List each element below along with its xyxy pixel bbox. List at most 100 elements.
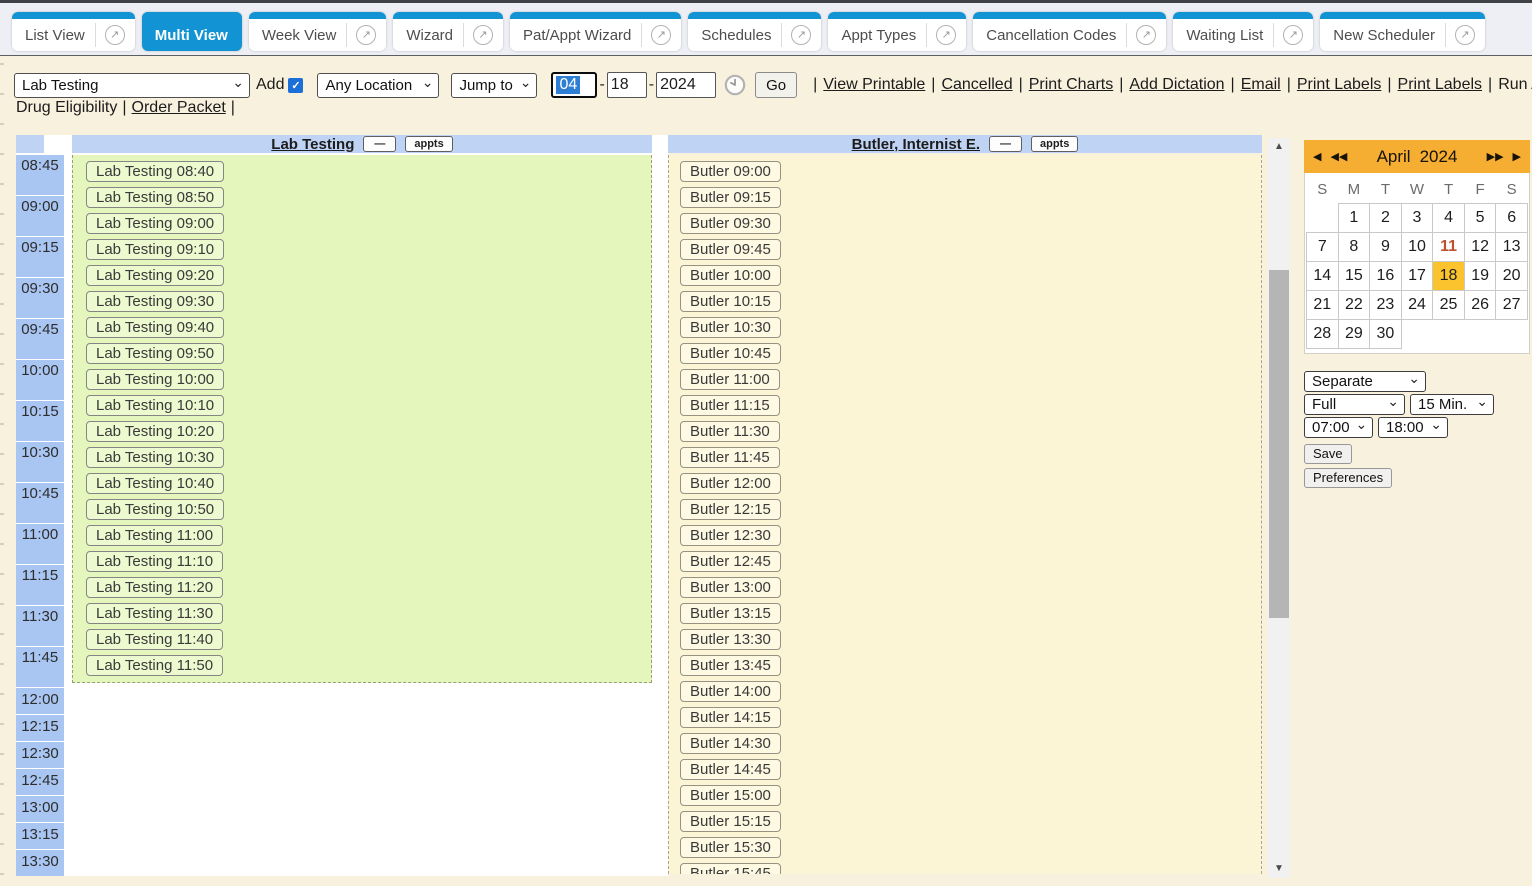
calendar-day-cell[interactable]: 3 — [1401, 203, 1433, 232]
appointment-button[interactable]: Butler 14:30 — [680, 733, 781, 754]
appointment-button[interactable]: Lab Testing 11:30 — [86, 603, 223, 624]
date-month-input[interactable]: 04 — [551, 72, 597, 98]
open-in-new-icon[interactable]: ↗ — [936, 25, 956, 45]
appointment-button[interactable]: Butler 13:30 — [680, 629, 781, 650]
calendar-day-cell[interactable]: 4 — [1433, 203, 1465, 232]
calendar-day-cell[interactable]: 8 — [1338, 232, 1370, 261]
appointment-button[interactable]: Butler 11:00 — [680, 369, 780, 390]
appointment-button[interactable]: Butler 15:00 — [680, 785, 781, 806]
appts-button[interactable]: appts — [405, 136, 452, 152]
location-select[interactable]: Any Location ⌄ — [317, 73, 439, 98]
appointment-button[interactable]: Butler 12:45 — [680, 551, 781, 572]
appointment-button[interactable]: Butler 15:15 — [680, 811, 781, 832]
tab-new-scheduler[interactable]: New Scheduler↗ — [1320, 12, 1485, 51]
calendar-day-cell[interactable]: 2 — [1370, 203, 1402, 232]
schedule-select[interactable]: Lab Testing ⌄ — [14, 73, 250, 98]
open-in-new-icon[interactable]: ↗ — [1283, 25, 1303, 45]
appointment-button[interactable]: Lab Testing 09:40 — [86, 317, 224, 338]
scroll-up-arrow[interactable]: ▲ — [1268, 138, 1290, 156]
appointment-button[interactable]: Lab Testing 11:40 — [86, 629, 223, 650]
appointment-button[interactable]: Butler 12:15 — [680, 499, 781, 520]
appointment-button[interactable]: Lab Testing 08:40 — [86, 161, 224, 182]
tab-wizard[interactable]: Wizard↗ — [393, 12, 503, 51]
print-labels-link[interactable]: Print Labels — [1297, 76, 1382, 93]
calendar-day-cell[interactable]: 17 — [1401, 261, 1433, 290]
calendar-day-cell[interactable]: 21 — [1307, 290, 1339, 319]
column-title-link[interactable]: Lab Testing — [271, 136, 354, 153]
appointment-button[interactable]: Lab Testing 11:50 — [86, 655, 223, 676]
calendar-day-cell[interactable]: 25 — [1433, 290, 1465, 319]
appointment-button[interactable]: Butler 11:30 — [680, 421, 780, 442]
end-time-select[interactable]: 18:00 ⌄ — [1378, 417, 1448, 438]
appointment-button[interactable]: Butler 15:45 — [680, 863, 781, 874]
open-in-new-icon[interactable]: ↗ — [1136, 25, 1156, 45]
appointment-button[interactable]: Butler 09:15 — [680, 187, 781, 208]
calendar-day-cell[interactable]: 22 — [1338, 290, 1370, 319]
add-checkbox[interactable]: ✓ — [288, 78, 303, 93]
calendar-today-day[interactable]: 11 — [1433, 232, 1465, 261]
calendar-day-cell[interactable]: 9 — [1370, 232, 1402, 261]
appointment-button[interactable]: Lab Testing 09:20 — [86, 265, 224, 286]
collapse-column-button[interactable]: — — [989, 136, 1022, 152]
calendar-day-cell[interactable]: 5 — [1464, 203, 1496, 232]
jump-to-select[interactable]: Jump to ⌄ — [451, 73, 537, 98]
calendar-next-month-arrow[interactable]: ▶ — [1513, 150, 1521, 163]
order-packet-link[interactable]: Order Packet — [132, 99, 226, 116]
calendar-day-cell[interactable]: 13 — [1496, 232, 1528, 261]
appointment-button[interactable]: Butler 11:15 — [680, 395, 780, 416]
appointment-button[interactable]: Lab Testing 08:50 — [86, 187, 224, 208]
open-in-new-icon[interactable]: ↗ — [1455, 25, 1475, 45]
tab-list-view[interactable]: List View↗ — [12, 12, 135, 51]
clock-icon[interactable] — [724, 74, 746, 96]
interval-select[interactable]: 15 Min. ⌄ — [1410, 394, 1494, 415]
appointment-button[interactable]: Lab Testing 09:30 — [86, 291, 224, 312]
calendar-day-cell[interactable]: 23 — [1370, 290, 1402, 319]
calendar-selected-day[interactable]: 18 — [1433, 261, 1465, 290]
appointment-button[interactable]: Butler 13:00 — [680, 577, 781, 598]
appointment-button[interactable]: Lab Testing 10:50 — [86, 499, 224, 520]
appointment-button[interactable]: Lab Testing 11:00 — [86, 525, 223, 546]
calendar-day-cell[interactable]: 6 — [1496, 203, 1528, 232]
size-select[interactable]: Full ⌄ — [1304, 394, 1405, 415]
appointment-button[interactable]: Butler 09:00 — [680, 161, 781, 182]
appointment-button[interactable]: Butler 10:15 — [680, 291, 781, 312]
tab-appt-types[interactable]: Appt Types↗ — [828, 12, 966, 51]
print-labels-link[interactable]: Print Labels — [1398, 76, 1483, 93]
appointment-button[interactable]: Butler 11:45 — [680, 447, 780, 468]
calendar-prev-year-arrow[interactable]: ◀◀ — [1330, 150, 1347, 163]
calendar-next-year-arrow[interactable]: ▶▶ — [1487, 150, 1504, 163]
appointment-button[interactable]: Butler 10:30 — [680, 317, 781, 338]
appointment-button[interactable]: Lab Testing 09:00 — [86, 213, 224, 234]
add-dictation-link[interactable]: Add Dictation — [1129, 76, 1224, 93]
date-day-input[interactable]: 18 — [607, 72, 647, 98]
appointment-button[interactable]: Lab Testing 09:50 — [86, 343, 224, 364]
scrollbar-thumb[interactable] — [1269, 270, 1289, 618]
layout-select[interactable]: Separate ⌄ — [1304, 371, 1426, 392]
appointment-button[interactable]: Butler 13:15 — [680, 603, 781, 624]
appointment-button[interactable]: Lab Testing 10:40 — [86, 473, 224, 494]
email-link[interactable]: Email — [1241, 76, 1281, 93]
calendar-day-cell[interactable]: 27 — [1496, 290, 1528, 319]
appointment-button[interactable]: Butler 09:30 — [680, 213, 781, 234]
column-title-link[interactable]: Butler, Internist E. — [852, 136, 980, 153]
calendar-day-cell[interactable]: 30 — [1370, 319, 1402, 348]
preferences-button[interactable]: Preferences — [1304, 468, 1392, 488]
appointment-button[interactable]: Lab Testing 11:10 — [86, 551, 223, 572]
open-in-new-icon[interactable]: ↗ — [791, 25, 811, 45]
calendar-prev-month-arrow[interactable]: ◀ — [1313, 150, 1321, 163]
open-in-new-icon[interactable]: ↗ — [105, 25, 125, 45]
go-button[interactable]: Go — [755, 72, 797, 98]
appointment-button[interactable]: Butler 12:00 — [680, 473, 781, 494]
appointment-button[interactable]: Butler 14:45 — [680, 759, 781, 780]
calendar-day-cell[interactable]: 1 — [1338, 203, 1370, 232]
appointment-button[interactable]: Butler 13:45 — [680, 655, 781, 676]
collapse-column-button[interactable]: — — [363, 136, 396, 152]
tab-week-view[interactable]: Week View↗ — [249, 12, 386, 51]
calendar-day-cell[interactable]: 20 — [1496, 261, 1528, 290]
appointment-button[interactable]: Lab Testing 10:00 — [86, 369, 224, 390]
tab-multi-view[interactable]: Multi View — [142, 12, 242, 51]
appointment-button[interactable]: Butler 12:30 — [680, 525, 781, 546]
appointment-button[interactable]: Butler 15:30 — [680, 837, 781, 858]
appointment-button[interactable]: Butler 14:00 — [680, 681, 781, 702]
cancelled-link[interactable]: Cancelled — [941, 76, 1012, 93]
